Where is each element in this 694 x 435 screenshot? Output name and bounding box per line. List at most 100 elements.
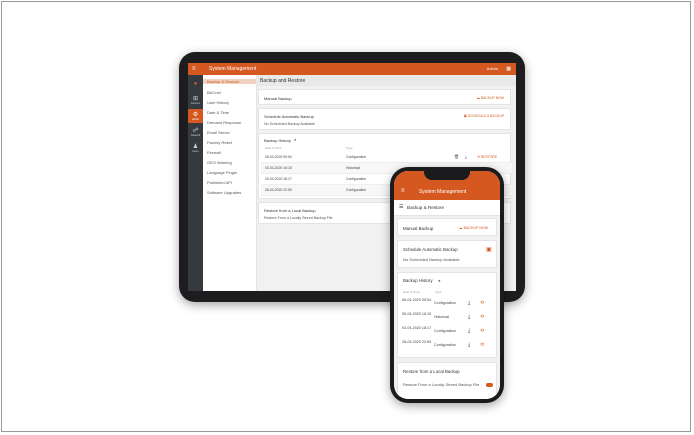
download-icon[interactable]: ⤓	[468, 300, 470, 306]
rail-item-users[interactable]: ♟ Users	[188, 141, 203, 155]
backup-now-label: BACKUP NOW	[463, 226, 489, 230]
backup-history-card: Backup History ● Date & Time Type 06-04-…	[397, 272, 497, 358]
download-icon[interactable]: ⤓	[465, 154, 467, 159]
row-date: 06-04-2020 09:54	[265, 155, 292, 159]
row-type: Configuration	[346, 177, 367, 181]
restore-icon: ⟲	[477, 155, 480, 159]
restore-local-title: Restore from a Local Backup	[403, 369, 460, 374]
row-type: Configuration	[434, 329, 456, 333]
schedule-backup-card: Schedule Automatic Backup No Scheduled B…	[258, 108, 511, 130]
column-header-date: Date & Time	[403, 290, 420, 294]
menu-item-email-server[interactable]: Email Server	[207, 130, 230, 135]
rail-item-devices[interactable]: ⊞ Devices	[188, 93, 203, 107]
admin-submenu: Backup & Restore BACnet User History Dat…	[203, 75, 257, 291]
restore-icon[interactable]: ⟲	[480, 328, 484, 334]
backup-now-button[interactable]: ☁ BACKUP NOW	[459, 226, 488, 230]
menu-item-published-api[interactable]: Published API	[207, 180, 232, 185]
hamburger-menu-icon[interactable]: ≡	[401, 188, 405, 194]
rail-label: Users	[192, 149, 199, 153]
table-row: 03-04-2020 18:17 Configuration ⤓ ⟲	[400, 325, 496, 339]
table-row: 06-04-2020 09:54 Configuration 🗑 ⤓ ⟲ RES…	[261, 152, 512, 163]
restore-local-text: Restore From a Locally Stored Backup Fil…	[264, 216, 333, 220]
restore-label: RESTORE	[480, 155, 498, 159]
tablet-icon-rail: ● ⊞ Devices ⚙ Admin ☍ Network ♟ Users	[188, 75, 203, 291]
table-row: 06-04-2020 09:54 Configuration ⤓ ⟲	[400, 297, 496, 311]
page-title: Backup and Restore	[260, 78, 306, 84]
phone-top-bar: ≡ System Management	[394, 171, 500, 200]
menu-item-date-time[interactable]: Date & Time	[207, 110, 229, 115]
backup-history-title: Backup History	[264, 138, 291, 143]
row-type: Configuration	[434, 343, 456, 347]
restore-local-title: Restore from a Local Backup	[264, 208, 316, 213]
menu-item-user-history[interactable]: User History	[207, 100, 229, 105]
restore-local-text: Restore From a Locally Stored Backup Fil…	[403, 382, 480, 387]
row-type: Configuration	[346, 155, 367, 159]
restore-button[interactable]: ⟲ RESTORE	[477, 155, 497, 159]
row-type: Historical	[346, 166, 360, 170]
image-frame: ≡ System Management Admin ▦ ● ⊞ Devices …	[1, 1, 691, 432]
tablet-top-bar: ≡ System Management Admin ▦	[188, 63, 516, 75]
rail-item-network[interactable]: ☍ Network	[188, 125, 203, 139]
phone-sub-header: ☰ Backup & Restore	[394, 200, 500, 216]
list-icon[interactable]: ☰	[399, 204, 403, 210]
menu-item-language-plugin[interactable]: Language Plugin	[207, 170, 237, 175]
delete-icon[interactable]: 🗑	[454, 154, 459, 159]
info-icon[interactable]: ●	[438, 278, 441, 283]
upload-toggle-icon[interactable]	[486, 383, 493, 387]
rail-item-logo[interactable]: ●	[188, 77, 203, 91]
row-date: 05-04-2020 16:15	[402, 312, 432, 316]
column-header-type: Type	[346, 146, 353, 150]
cloud-upload-icon: ☁	[459, 226, 463, 230]
table-row: 28-03-2020 22:59 Configuration ⤓ ⟲	[400, 339, 496, 353]
phone-notch	[424, 171, 470, 180]
row-date: 28-03-2020 22:59	[265, 188, 292, 192]
menu-item-software-upgrades[interactable]: Software Upgrades	[207, 190, 241, 195]
column-header-type: Type	[435, 290, 442, 294]
download-icon[interactable]: ⤓	[468, 314, 470, 320]
rail-item-admin[interactable]: ⚙ Admin	[188, 109, 203, 123]
schedule-backup-button[interactable]: ▣ SCHEDULE A BACKUP	[464, 114, 504, 118]
user-name[interactable]: Admin	[487, 66, 498, 72]
schedule-backup-label: SCHEDULE A BACKUP	[467, 114, 504, 118]
rail-label: Admin	[191, 117, 200, 121]
app-title: System Management	[419, 189, 467, 195]
apps-grid-icon[interactable]: ▦	[506, 66, 511, 72]
restore-icon[interactable]: ⟲	[480, 342, 484, 348]
schedule-title: Schedule Automatic Backup	[403, 247, 458, 252]
backup-now-button[interactable]: ☁ BACKUP NOW	[477, 96, 504, 100]
info-icon[interactable]: ●	[294, 137, 296, 142]
app-title: System Management	[209, 66, 257, 72]
rail-label: Devices	[191, 101, 200, 105]
restore-local-card: Restore from a Local Backup Restore From…	[397, 362, 497, 399]
phone-device: ≡ System Management ☰ Backup & Restore M…	[390, 167, 504, 403]
content-header: Backup and Restore	[256, 75, 516, 86]
row-date: 03-04-2020 18:17	[402, 326, 432, 330]
hamburger-menu-icon[interactable]: ≡	[192, 66, 196, 72]
row-type: Historical	[434, 315, 450, 319]
calendar-icon: ▣	[463, 114, 467, 118]
menu-item-firewall[interactable]: Firewall	[207, 150, 221, 155]
page-title: Backup & Restore	[407, 205, 445, 210]
download-icon[interactable]: ⤓	[468, 328, 470, 334]
row-date: 06-04-2020 09:54	[402, 298, 432, 302]
menu-item-bacnet[interactable]: BACnet	[207, 90, 221, 95]
menu-item-backup-restore[interactable]: Backup & Restore	[203, 79, 256, 84]
manual-backup-title: Manual Backup	[403, 226, 434, 231]
menu-item-geo-warning[interactable]: GEO Warning	[207, 160, 232, 165]
schedule-backup-card: Schedule Automatic Backup No Scheduled B…	[397, 240, 497, 268]
restore-icon[interactable]: ⟲	[480, 300, 484, 306]
manual-backup-card: Manual Backup ☁ BACKUP NOW	[397, 218, 497, 236]
column-header-date: Date & Time	[265, 146, 282, 150]
calendar-icon[interactable]: ▣	[486, 246, 492, 253]
menu-item-demand-response[interactable]: Demand Response	[207, 120, 241, 125]
row-type: Configuration	[434, 301, 456, 305]
cloud-upload-icon: ☁	[476, 96, 480, 100]
schedule-status-text: No Scheduled Backup Available	[264, 122, 315, 126]
logo-icon: ●	[193, 81, 198, 87]
restore-icon[interactable]: ⟲	[480, 314, 484, 320]
manual-backup-card: Manual Backup ☁ BACKUP NOW	[258, 89, 511, 105]
download-icon[interactable]: ⤓	[468, 342, 470, 348]
menu-item-factory-reset[interactable]: Factory Reset	[207, 140, 232, 145]
row-date: 28-03-2020 22:59	[402, 340, 432, 344]
table-row: 05-04-2020 16:15 Historical ⤓ ⟲	[400, 311, 496, 325]
